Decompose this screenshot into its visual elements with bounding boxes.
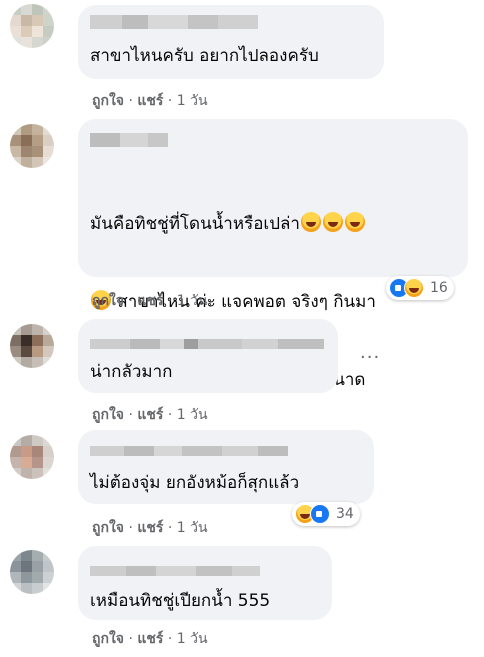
comment-actions: ถูกใจ · แชร์ · 1 วัน	[92, 517, 208, 539]
like-icon	[310, 504, 330, 524]
separator: ·	[128, 407, 133, 423]
laughing-face-icon	[344, 212, 365, 232]
author-name-blurred[interactable]	[90, 339, 324, 349]
separator: ·	[167, 93, 173, 109]
separator: ·	[128, 293, 133, 309]
timestamp[interactable]: 1 วัน	[177, 520, 208, 536]
comment-text: น่ากลัวมาก	[90, 362, 173, 382]
avatar[interactable]	[10, 324, 54, 368]
comment-actions: ถูกใจ · แชร์ · 1 วัน	[92, 290, 208, 312]
author-name-blurred[interactable]	[90, 566, 260, 576]
timestamp[interactable]: 1 วัน	[177, 93, 208, 109]
comment-actions: ถูกใจ · แชร์ · 1 วัน	[92, 628, 208, 650]
share-link[interactable]: แชร์	[137, 407, 163, 423]
reactions-summary[interactable]: 34	[292, 502, 360, 526]
separator: ·	[167, 407, 173, 423]
haha-icon	[404, 278, 424, 298]
avatar[interactable]	[10, 435, 54, 479]
avatar[interactable]	[10, 550, 54, 594]
reaction-count: 34	[336, 506, 354, 522]
more-options-icon[interactable]: ···	[360, 347, 380, 368]
comment-bubble: น่ากลัวมาก	[78, 319, 338, 393]
author-name-blurred[interactable]	[90, 133, 168, 147]
like-link[interactable]: ถูกใจ	[92, 520, 124, 536]
author-name-blurred[interactable]	[90, 446, 288, 456]
comment-text-line: มันคือทิชชู่ที่โดนน้ำหรือเปล่า	[90, 214, 300, 234]
share-link[interactable]: แชร์	[137, 520, 163, 536]
reactions-summary[interactable]: 16	[386, 276, 454, 300]
separator: ·	[128, 520, 133, 536]
comment-actions: ถูกใจ · แชร์ · 1 วัน	[92, 404, 208, 426]
timestamp[interactable]: 1 วัน	[177, 631, 208, 647]
like-link[interactable]: ถูกใจ	[92, 631, 124, 647]
laughing-face-icon	[322, 212, 343, 232]
author-name-blurred[interactable]	[90, 15, 258, 29]
share-link[interactable]: แชร์	[137, 93, 163, 109]
comment-bubble: มันคือทิชชู่ที่โดนน้ำหรือเปล่า สาขาไหน ค…	[78, 119, 468, 468]
comment-text: ไม่ต้องจุ่ม ยกอังหม้อก็สุกแล้ว	[90, 473, 300, 493]
share-link[interactable]: แชร์	[137, 293, 163, 309]
comment-bubble: สาขาไหนครับ อยากไปลองครับ	[78, 5, 384, 79]
like-link[interactable]: ถูกใจ	[92, 407, 124, 423]
comment-bubble: ไม่ต้องจุ่ม ยกอังหม้อก็สุกแล้ว	[78, 430, 374, 504]
separator: ·	[167, 520, 173, 536]
avatar[interactable]	[10, 4, 54, 48]
separator: ·	[128, 93, 133, 109]
like-link[interactable]: ถูกใจ	[92, 93, 124, 109]
separator: ·	[167, 293, 173, 309]
reaction-count: 16	[430, 280, 448, 296]
separator: ·	[128, 631, 133, 647]
share-link[interactable]: แชร์	[137, 631, 163, 647]
laughing-face-icon	[300, 212, 321, 232]
like-link[interactable]: ถูกใจ	[92, 293, 124, 309]
comment-text: สาขาไหนครับ อยากไปลองครับ	[90, 46, 319, 66]
comment-actions: ถูกใจ · แชร์ · 1 วัน	[92, 90, 208, 112]
separator: ·	[167, 631, 173, 647]
timestamp[interactable]: 1 วัน	[177, 293, 208, 309]
avatar[interactable]	[10, 124, 54, 168]
comment-text: เหมือนทิชชู่เปียกน้ำ 555	[90, 591, 271, 611]
comment-bubble: เหมือนทิชชู่เปียกน้ำ 555	[78, 546, 332, 620]
timestamp[interactable]: 1 วัน	[177, 407, 208, 423]
